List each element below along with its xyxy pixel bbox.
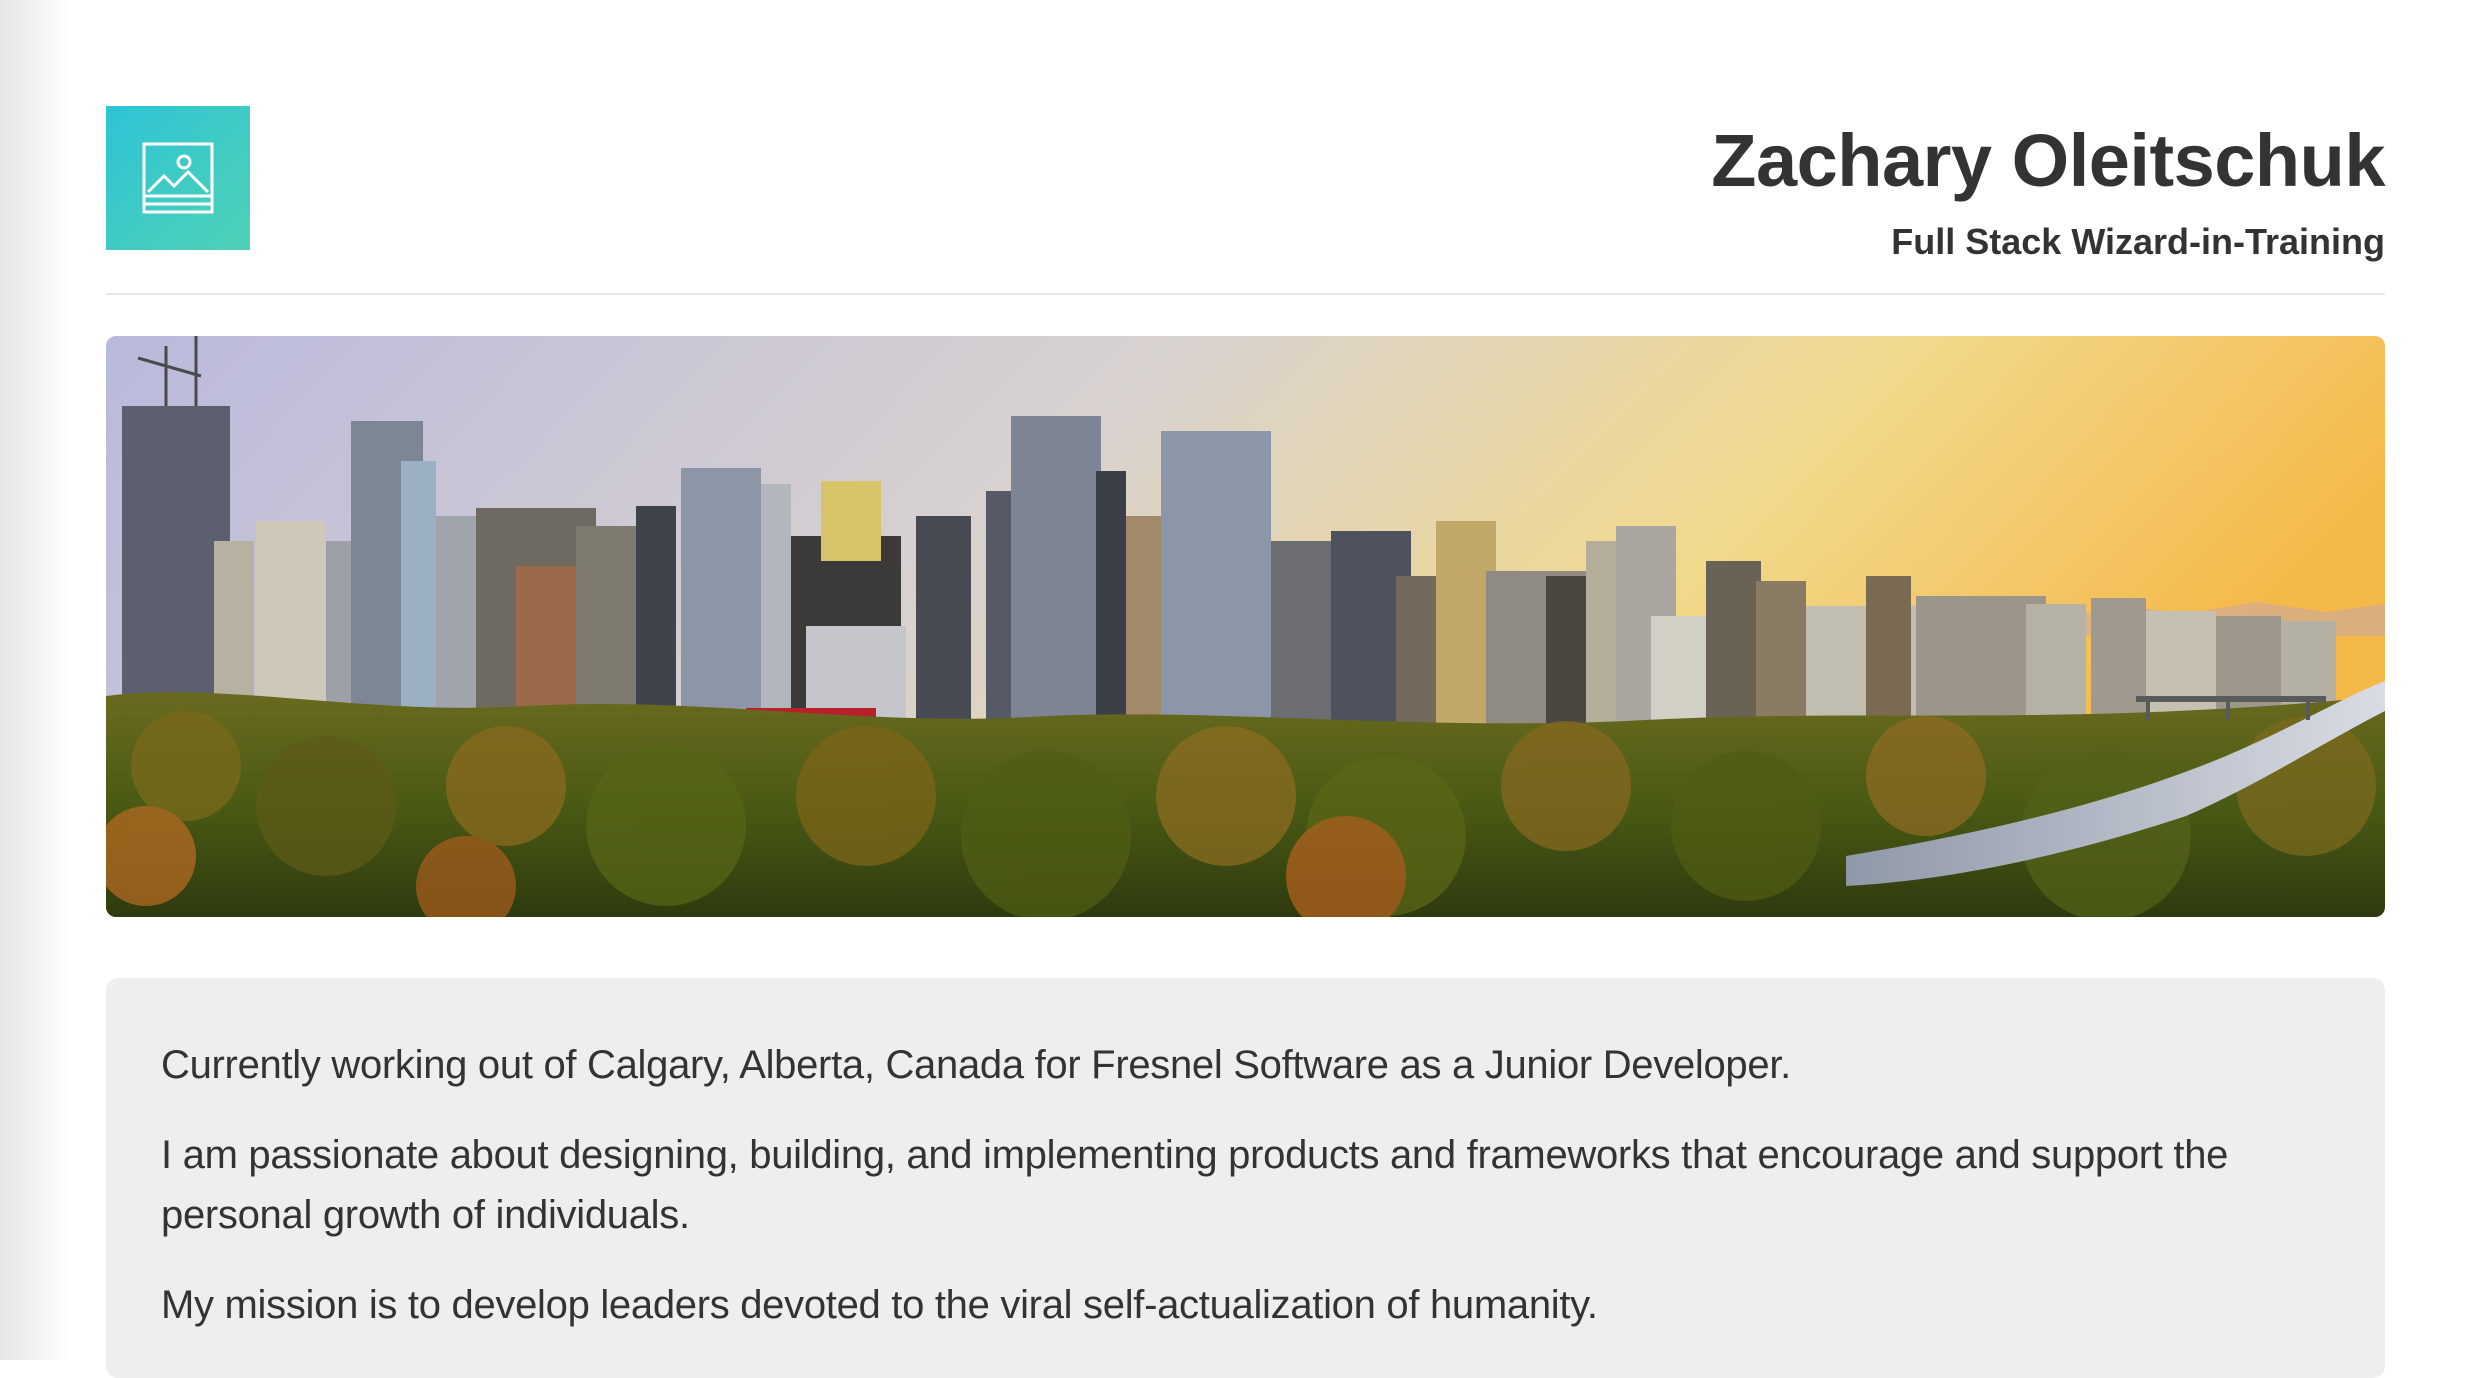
header-divider — [106, 293, 2385, 295]
about-paragraph-location: Currently working out of Calgary, Albert… — [161, 1043, 1791, 1087]
image-placeholder-icon — [142, 142, 214, 214]
about-paragraph-passion: I am passionate about designing, buildin… — [161, 1133, 2229, 1237]
header-title-block: Zachary Oleitschuk Full Stack Wizard-in-… — [1711, 118, 2385, 264]
page-title: Zachary Oleitschuk — [1711, 119, 2385, 202]
window-edge-shadow — [0, 0, 70, 1360]
about-paragraph-mission: My mission is to develop leaders devoted… — [161, 1283, 1598, 1327]
hero-skyline-image — [106, 336, 2385, 917]
page-subtitle: Full Stack Wizard-in-Training — [1891, 221, 2385, 262]
about-section: Currently working out of Calgary, Albert… — [106, 978, 2385, 1378]
logo[interactable] — [106, 106, 250, 250]
